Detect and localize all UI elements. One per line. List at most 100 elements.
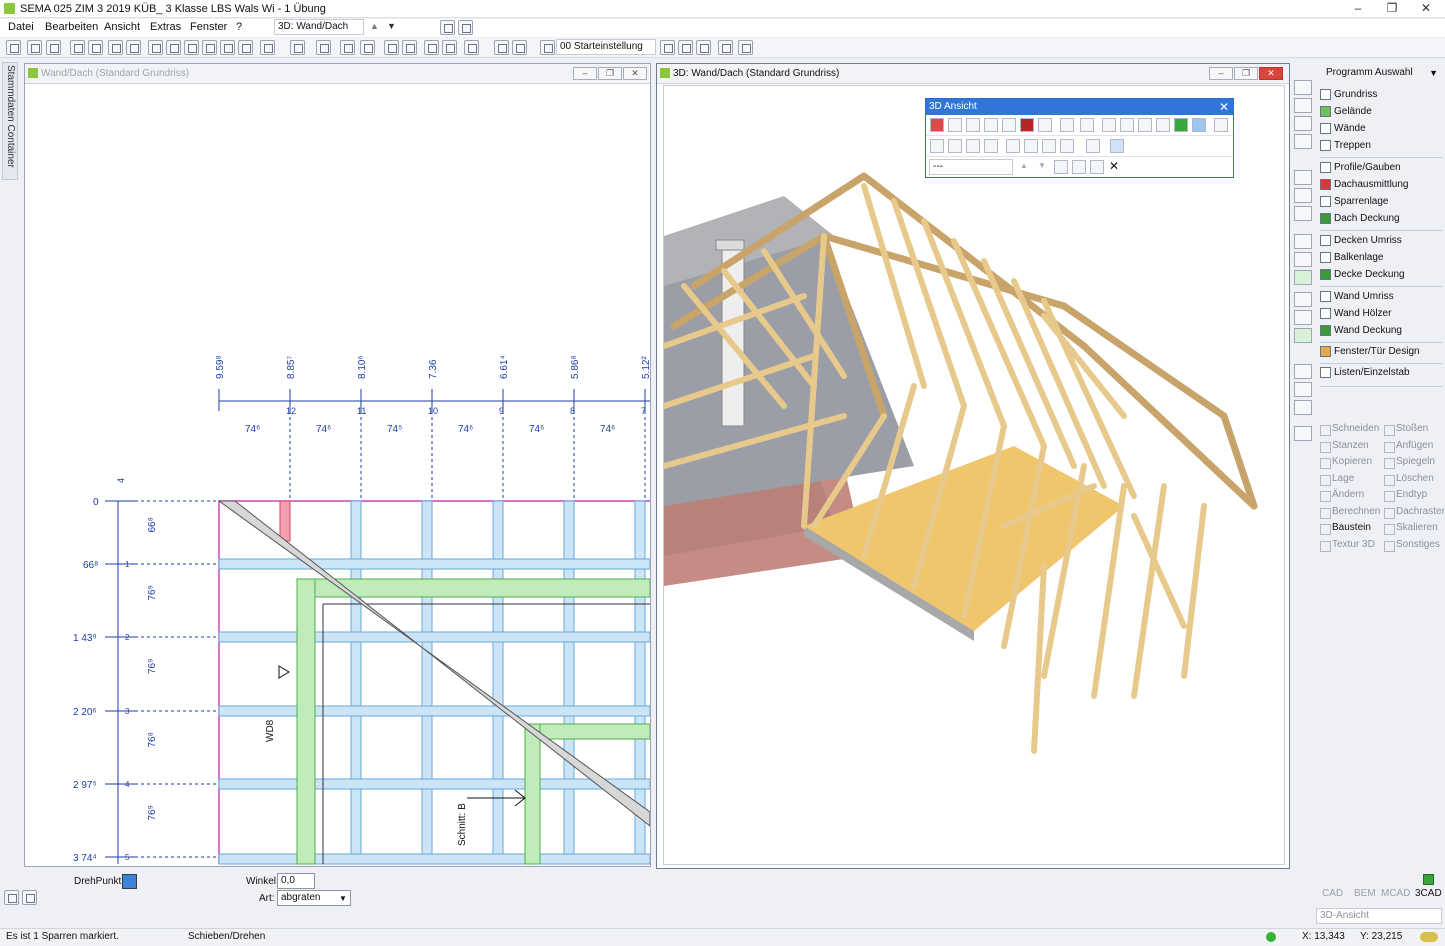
prog-dach-deckung[interactable]: Dach Deckung [1320, 210, 1400, 227]
roof-3d-model[interactable] [661, 86, 1284, 864]
render-icon[interactable] [402, 40, 417, 55]
cube-green-icon[interactable] [1174, 118, 1188, 132]
layers-3d-icon[interactable] [1042, 139, 1056, 153]
snap-icon[interactable] [46, 40, 61, 55]
drehpunkt-button[interactable] [122, 874, 137, 889]
zoom-extents-icon[interactable] [184, 40, 199, 55]
tool-loeschen[interactable]: Löschen [1384, 473, 1434, 486]
camera-settings-icon[interactable] [1214, 118, 1228, 132]
view-table-icon[interactable] [948, 118, 962, 132]
view-wall-icon[interactable] [930, 118, 944, 132]
prog-balkenlage[interactable]: Balkenlage [1320, 249, 1383, 266]
winkel-input[interactable]: 0,0 [277, 873, 315, 889]
brush-icon[interactable] [1054, 160, 1068, 174]
select-mode-icon[interactable] [290, 40, 305, 55]
tool-stossen[interactable]: Stoßen [1384, 423, 1428, 436]
side-list-icon[interactable] [1294, 426, 1312, 441]
plan-canvas[interactable]: 9.59⁸74⁶8.85⁷1274⁶8.10⁶1174⁵7.361074⁶6.6… [25, 84, 650, 866]
side-ceiling-icon[interactable] [1294, 234, 1312, 249]
side-terrain-icon[interactable] [1294, 98, 1312, 113]
tool-endtyp[interactable]: Endtyp [1384, 489, 1427, 502]
tool-spiegeln[interactable]: Spiegeln [1384, 456, 1435, 469]
side-globe-icon[interactable] [1294, 400, 1312, 415]
prog-waende[interactable]: Wände [1320, 120, 1366, 137]
info-icon[interactable] [718, 40, 733, 55]
view-first-icon[interactable] [1080, 118, 1094, 132]
tool-dachraster[interactable]: Dachraster [1384, 506, 1445, 519]
tool-sonstiges[interactable]: Sonstiges [1384, 539, 1440, 552]
prog-dachausmittlung[interactable]: Dachausmittlung [1320, 176, 1408, 193]
prog-fenster-tuer[interactable]: Fenster/Tür Design [1320, 343, 1420, 360]
move-icon[interactable] [238, 40, 253, 55]
measure-icon[interactable] [260, 40, 275, 55]
camera-small-icon[interactable] [1072, 160, 1086, 174]
cube-iso-icon[interactable] [1156, 118, 1170, 132]
popup-up-icon[interactable]: ▲ [1020, 161, 1028, 170]
view3d-minimize-button[interactable]: – [1209, 67, 1233, 80]
view-house-outline-icon[interactable] [1002, 118, 1016, 132]
side-roof-icon[interactable] [1294, 170, 1312, 185]
layers-icon[interactable] [458, 20, 473, 35]
menu-extras[interactable]: Extras [150, 21, 181, 33]
globe-icon[interactable] [384, 40, 399, 55]
cube-active-icon[interactable] [1192, 118, 1206, 132]
container-tab[interactable]: Stammdaten Container [2, 62, 18, 180]
plan-minimize-button[interactable]: – [573, 67, 597, 80]
tool-lage[interactable]: Lage [1320, 473, 1354, 486]
gear-icon[interactable] [696, 40, 711, 55]
popup-3d-field[interactable]: --- [929, 159, 1013, 175]
selection-icon[interactable] [1110, 139, 1124, 153]
view3d-viewport[interactable] [661, 85, 1285, 865]
menu-help[interactable]: ? [236, 21, 242, 33]
link-3d-icon[interactable] [1024, 139, 1038, 153]
popup-down-icon[interactable]: ▼ [1038, 161, 1046, 170]
prog-listen[interactable]: Listen/Einzelstab [1320, 364, 1410, 381]
tool-aendern[interactable]: Ändern [1320, 489, 1364, 502]
pencil-icon[interactable] [360, 40, 375, 55]
camera-icon[interactable] [930, 139, 944, 153]
close-button[interactable]: ✕ [1408, 0, 1444, 18]
prog-wand-deckung[interactable]: Wand Deckung [1320, 322, 1402, 339]
side-tools2-icon[interactable] [1294, 382, 1312, 397]
module-3cad[interactable]: 3CAD [1415, 888, 1442, 899]
snap-point-icon[interactable] [340, 40, 355, 55]
camera-alt-icon[interactable] [948, 139, 962, 153]
prog-gelaende[interactable]: Gelände [1320, 103, 1372, 120]
copy-icon[interactable] [1090, 160, 1104, 174]
side-ceiling-cover-icon[interactable] [1294, 270, 1312, 285]
pin-icon[interactable] [166, 40, 181, 55]
menu-datei[interactable]: Datei [8, 21, 34, 33]
window-layout-icon[interactable] [512, 40, 527, 55]
rotate-options-icon[interactable] [22, 890, 37, 905]
side-wall-icon[interactable] [1294, 116, 1312, 131]
side-wall-timber-icon[interactable] [1294, 310, 1312, 325]
prog-profile-gauben[interactable]: Profile/Gauben [1320, 159, 1401, 176]
undo-icon[interactable] [70, 40, 85, 55]
cut-icon[interactable] [27, 40, 42, 55]
popup-clear-icon[interactable]: ✕ [1109, 159, 1119, 173]
prog-decke-deckung[interactable]: Decke Deckung [1320, 266, 1405, 283]
tool-kopieren[interactable]: Kopieren [1320, 456, 1372, 469]
side-grundriss-icon[interactable] [1294, 80, 1312, 95]
cube-front-icon[interactable] [1102, 118, 1116, 132]
redo-icon[interactable] [88, 40, 103, 55]
view-roof-icon[interactable] [966, 118, 980, 132]
export-html2-icon[interactable] [984, 139, 998, 153]
export-html-icon[interactable] [966, 139, 980, 153]
prog-sparrenlage[interactable]: Sparrenlage [1320, 193, 1388, 210]
minimize-button[interactable]: – [1340, 0, 1376, 18]
view-dropdown-icon[interactable]: ▼ [387, 21, 396, 31]
module-cad[interactable]: CAD [1322, 888, 1343, 899]
menu-bearbeiten[interactable]: Bearbeiten [45, 21, 98, 33]
side-wall-cover-icon[interactable] [1294, 328, 1312, 343]
view3d-close-button[interactable]: ✕ [1259, 67, 1283, 80]
view-house-icon[interactable] [984, 118, 998, 132]
cube-side-icon[interactable] [1120, 118, 1134, 132]
paint-icon[interactable] [1060, 139, 1074, 153]
plan-close-button[interactable]: ✕ [623, 67, 647, 80]
view-up-icon[interactable]: ▲ [370, 21, 379, 31]
side-beam-icon[interactable] [1294, 252, 1312, 267]
tool-textur-3d[interactable]: Textur 3D [1320, 539, 1375, 552]
light-icon[interactable] [1086, 139, 1100, 153]
tool-anfuegen[interactable]: Anfügen [1384, 440, 1433, 453]
